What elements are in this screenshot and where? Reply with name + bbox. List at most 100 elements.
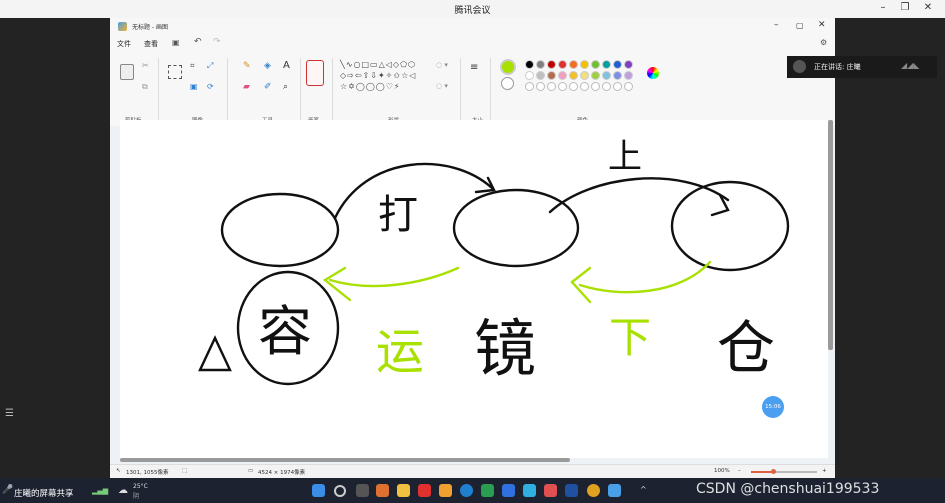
- color-swatch[interactable]: [591, 82, 600, 91]
- zoom-in-icon[interactable]: +: [822, 468, 827, 474]
- settings-icon[interactable]: ⚙: [820, 38, 827, 47]
- color-swatch[interactable]: [547, 71, 556, 80]
- crop-icon[interactable]: ⌗: [190, 61, 195, 71]
- cursor-position: 1301, 1055像素: [126, 470, 169, 476]
- paint-close-icon[interactable]: ✕: [818, 20, 826, 30]
- paint-maximize-icon[interactable]: ▢: [796, 21, 804, 30]
- color-swatch[interactable]: [569, 60, 578, 69]
- color-swatch[interactable]: [558, 82, 567, 91]
- app-icon-8[interactable]: [565, 484, 578, 497]
- drawing-canvas[interactable]: 打 上 容 运 镜 下 仓: [120, 120, 828, 458]
- color-swatch[interactable]: [569, 82, 578, 91]
- redo-icon[interactable]: ↷: [213, 37, 221, 47]
- triangle-mark: [198, 335, 232, 372]
- file-explorer-icon[interactable]: [397, 484, 410, 497]
- app-icon-2[interactable]: [418, 484, 431, 497]
- color-swatch[interactable]: [580, 60, 589, 69]
- app-icon-4[interactable]: [481, 484, 494, 497]
- paint-menu-bar: 文件 查看 ▣ ↶ ↷ ⚙: [110, 36, 835, 52]
- selection-icon: ⬚: [182, 468, 188, 474]
- menu-icon[interactable]: ☰: [5, 408, 19, 422]
- chrome-icon[interactable]: [587, 484, 600, 497]
- color-swatch[interactable]: [536, 71, 545, 80]
- menu-view[interactable]: 查看: [144, 39, 158, 49]
- color-swatch[interactable]: [536, 82, 545, 91]
- color-swatch[interactable]: [602, 71, 611, 80]
- select-icon[interactable]: [168, 65, 182, 79]
- color-swatch[interactable]: [580, 71, 589, 80]
- color-swatch[interactable]: [624, 60, 633, 69]
- search-icon[interactable]: [334, 485, 346, 497]
- color-swatch[interactable]: [525, 60, 534, 69]
- resize-icon[interactable]: ⤢: [207, 61, 213, 71]
- zoom-out-icon[interactable]: –: [738, 468, 741, 474]
- paint-minimize-icon[interactable]: –: [774, 20, 779, 30]
- zoom-slider-thumb[interactable]: [771, 469, 776, 474]
- image-tool-icon[interactable]: ▣: [190, 82, 198, 91]
- paint-taskbar-icon[interactable]: [608, 484, 621, 497]
- color-swatch[interactable]: [558, 60, 567, 69]
- pencil-icon[interactable]: ✎: [243, 61, 251, 71]
- app-icon-3[interactable]: [439, 484, 452, 497]
- shapes-gallery[interactable]: ╲∿○□▭△◁◇⬠⬡ ◇⇨⇦⇧⇩✦✧✩☆◁ ☆✡◯◯◯♡⚡: [340, 59, 430, 92]
- magnifier-icon[interactable]: ⌕: [283, 82, 288, 92]
- save-icon[interactable]: ▣: [172, 38, 180, 47]
- edit-colors-icon[interactable]: [647, 67, 659, 79]
- color-swatch[interactable]: [602, 60, 611, 69]
- color-swatch[interactable]: [613, 82, 622, 91]
- brush-icon[interactable]: [306, 60, 324, 86]
- outline-icon[interactable]: ◌ ▾: [436, 61, 448, 69]
- app-icon-1[interactable]: [376, 484, 389, 497]
- color-picker-icon[interactable]: ✐: [264, 82, 272, 92]
- primary-color-swatch[interactable]: [500, 59, 516, 75]
- close-icon[interactable]: ✕: [920, 2, 936, 13]
- restore-icon[interactable]: ❐: [897, 2, 913, 13]
- char-jing: 镜: [474, 312, 536, 385]
- paint-title-bar: 无标题 - 画图 – ▢ ✕: [110, 18, 835, 36]
- paste-icon[interactable]: [120, 64, 134, 80]
- tray-chevron-icon[interactable]: ^: [640, 485, 647, 494]
- color-swatch[interactable]: [525, 82, 534, 91]
- fill-shape-icon[interactable]: ◌ ▾: [436, 82, 448, 90]
- color-swatch[interactable]: [613, 60, 622, 69]
- color-swatch[interactable]: [591, 60, 600, 69]
- fill-icon[interactable]: ◈: [264, 61, 271, 71]
- color-swatch[interactable]: [525, 71, 534, 80]
- app-icon-5[interactable]: [502, 484, 515, 497]
- cut-icon[interactable]: ✂: [142, 61, 149, 70]
- text-icon[interactable]: A: [283, 60, 290, 71]
- app-icon-6[interactable]: [523, 484, 536, 497]
- color-swatch[interactable]: [624, 71, 633, 80]
- image-size-icon: ▭: [248, 468, 254, 474]
- copy-icon[interactable]: ⧉: [142, 82, 148, 92]
- color-swatch[interactable]: [613, 71, 622, 80]
- mic-icon[interactable]: 🎤: [2, 485, 13, 495]
- arc-arrow-2: [548, 177, 730, 214]
- start-icon[interactable]: [312, 484, 325, 497]
- undo-icon[interactable]: ↶: [194, 37, 202, 47]
- horizontal-scrollbar[interactable]: [120, 458, 570, 462]
- color-swatch[interactable]: [547, 60, 556, 69]
- char-shang: 上: [608, 137, 642, 177]
- color-swatch[interactable]: [602, 82, 611, 91]
- color-swatch[interactable]: [558, 71, 567, 80]
- task-view-icon[interactable]: [356, 484, 369, 497]
- bubble-3-outline: [670, 180, 790, 272]
- color-swatch[interactable]: [591, 71, 600, 80]
- secondary-color-swatch[interactable]: [501, 77, 514, 90]
- vertical-scrollbar[interactable]: [828, 120, 833, 350]
- char-cang: 仓: [717, 314, 775, 382]
- minimize-icon[interactable]: –: [875, 2, 891, 13]
- color-swatch[interactable]: [536, 60, 545, 69]
- rotate-icon[interactable]: ⟳: [207, 82, 214, 91]
- bubble-2-outline: [452, 188, 580, 268]
- edge-icon[interactable]: [460, 484, 473, 497]
- color-swatch[interactable]: [624, 82, 633, 91]
- eraser-icon[interactable]: ▰: [243, 82, 250, 92]
- color-swatch[interactable]: [569, 71, 578, 80]
- size-icon[interactable]: ≡: [470, 62, 478, 73]
- color-swatch[interactable]: [547, 82, 556, 91]
- app-icon-7[interactable]: [544, 484, 557, 497]
- menu-file[interactable]: 文件: [117, 39, 131, 49]
- color-swatch[interactable]: [580, 82, 589, 91]
